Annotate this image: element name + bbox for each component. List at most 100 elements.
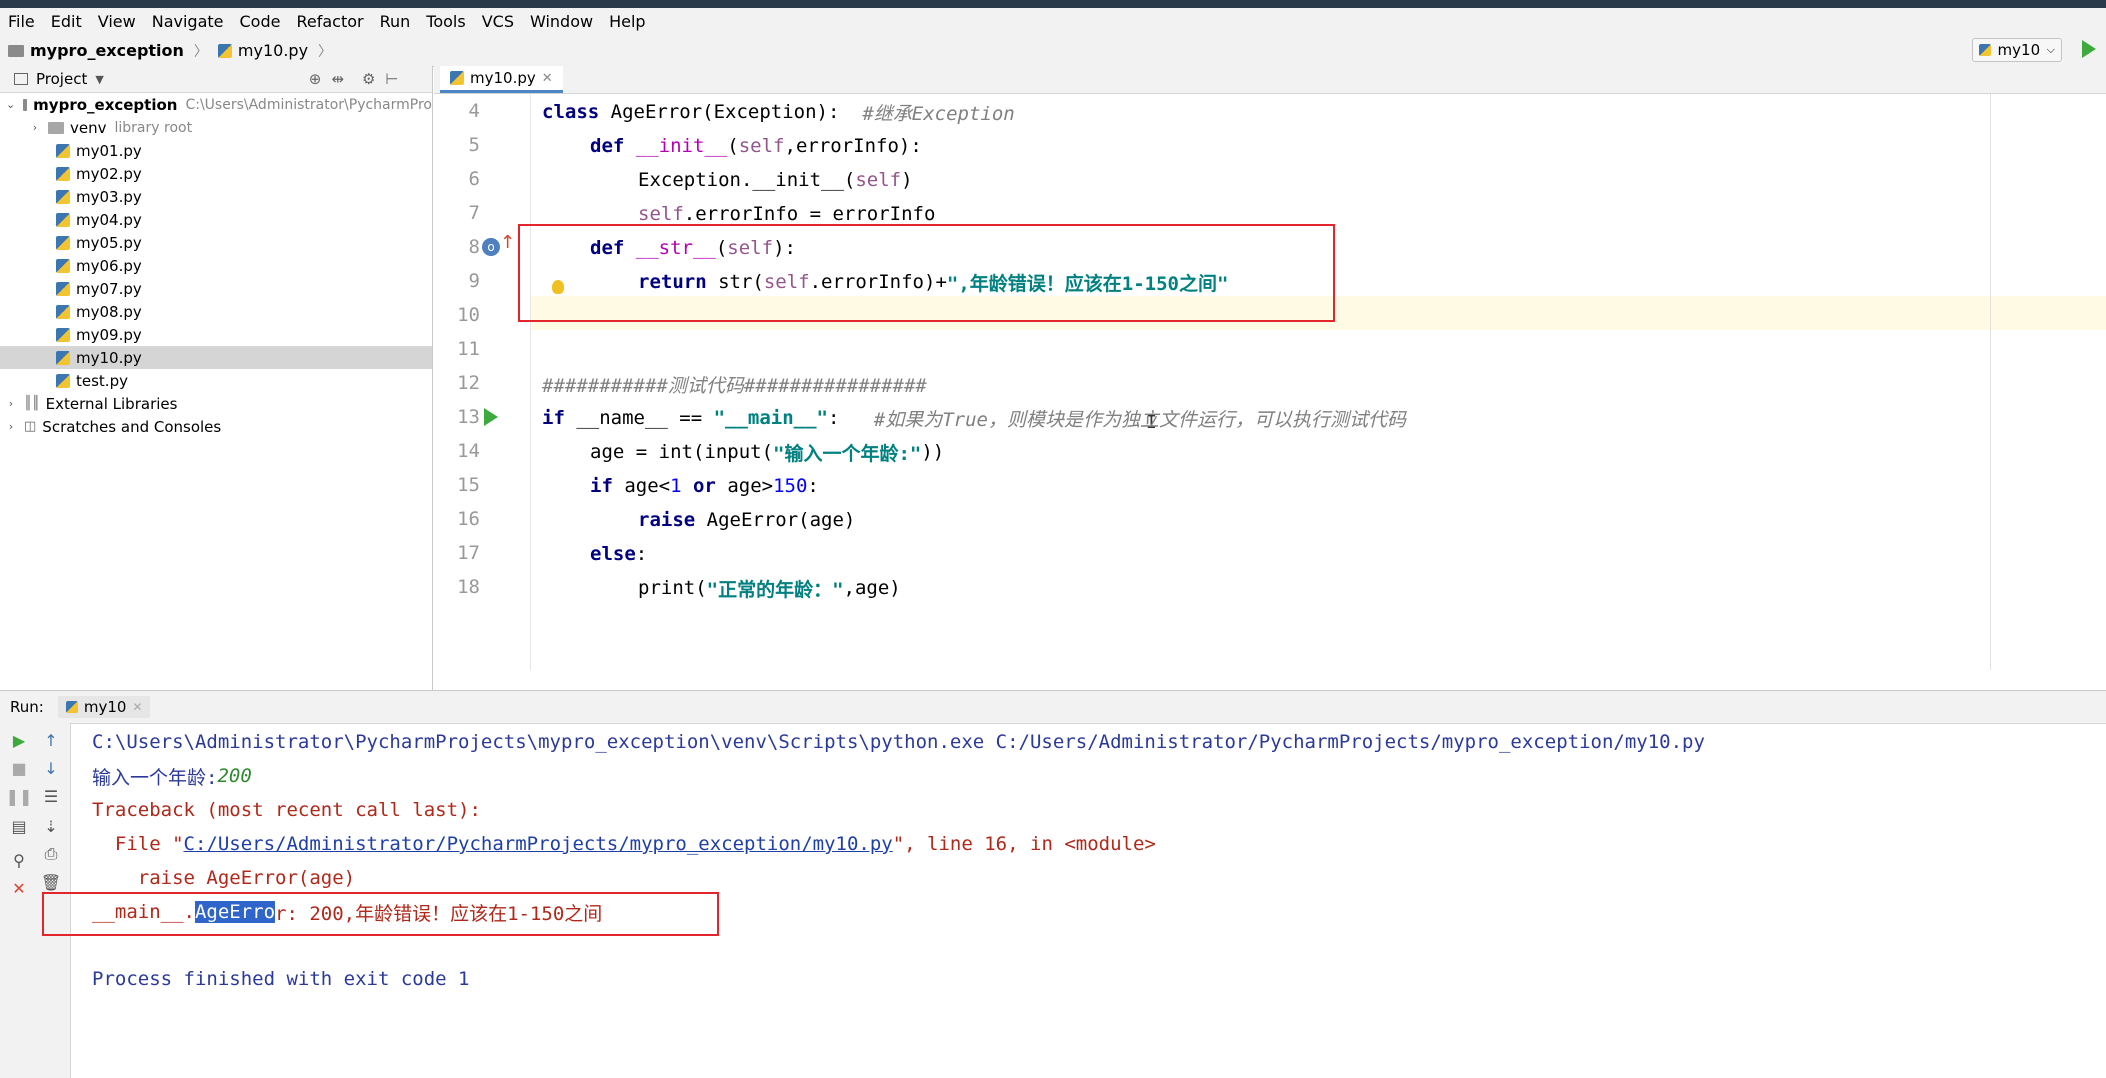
pause-icon[interactable]: ❚❚: [6, 785, 33, 807]
traceback-text: Traceback (most recent call last):: [92, 799, 481, 821]
soft-wrap-icon[interactable]: ☰: [40, 785, 62, 807]
menu-run[interactable]: Run: [372, 12, 419, 31]
console-command-line: C:\Users\Administrator\PycharmProjects\m…: [92, 727, 1705, 757]
highlight-box-console: [42, 892, 719, 936]
gear-icon[interactable]: ⚙: [362, 70, 375, 88]
code-number: 150: [773, 475, 808, 497]
menu-code[interactable]: Code: [232, 12, 289, 31]
tree-item-file-selected[interactable]: my10.py: [0, 346, 432, 369]
chevron-down-icon[interactable]: ▼: [95, 73, 103, 86]
console-file-line: File " C:/Users/Administrator/PycharmProj…: [92, 829, 1156, 859]
arrow-down-icon[interactable]: ↓: [40, 757, 62, 779]
menu-refactor[interactable]: Refactor: [288, 12, 371, 31]
tree-item-file[interactable]: my06.py: [0, 254, 432, 277]
tree-item-file[interactable]: my05.py: [0, 231, 432, 254]
code-token: age = int(input(: [590, 441, 774, 463]
menu-vcs[interactable]: VCS: [474, 12, 522, 31]
code-comment: #继承Exception: [862, 102, 1015, 125]
collapse-icon[interactable]: ⇹: [331, 70, 344, 88]
menu-navigate[interactable]: Navigate: [144, 12, 232, 31]
code-token: AgeError(Exception):: [599, 101, 863, 123]
tab-my10[interactable]: my10.py ✕: [440, 66, 563, 93]
tree-item-file[interactable]: my08.py: [0, 300, 432, 323]
code-editor[interactable]: 4 5 6 7 8 9 10 11 12 13 14 15 16 17 18 o…: [434, 94, 2106, 784]
line-number: 4: [468, 100, 480, 122]
line-number: 17: [457, 542, 480, 564]
chevron-right-icon[interactable]: ›: [30, 121, 40, 134]
tree-item-file[interactable]: my01.py: [0, 139, 432, 162]
rerun-icon[interactable]: ▶: [8, 729, 30, 751]
arrow-up-icon[interactable]: ↑: [500, 232, 515, 253]
tree-item-file[interactable]: test.py: [0, 369, 432, 392]
run-label: Run:: [10, 698, 44, 716]
project-view-label[interactable]: Project: [36, 70, 87, 88]
file-label: my09.py: [76, 325, 142, 344]
process-finished-text: Process finished with exit code 1: [92, 968, 470, 990]
trash-icon[interactable]: 🗑: [40, 871, 62, 893]
highlight-box-code: [518, 224, 1335, 322]
breadcrumb-file[interactable]: my10.py: [238, 41, 308, 60]
tree-item-scratches[interactable]: › ◫ Scratches and Consoles: [0, 415, 432, 438]
tree-item-file[interactable]: my03.py: [0, 185, 432, 208]
console-prompt: 输入一个年龄:: [92, 766, 218, 789]
scroll-end-icon[interactable]: ⇣: [40, 815, 62, 837]
code-token: .errorInfo = errorInfo: [683, 203, 936, 225]
menu-edit[interactable]: Edit: [43, 12, 90, 31]
tree-item-file[interactable]: my09.py: [0, 323, 432, 346]
python-file-icon: [56, 143, 70, 158]
menu-view[interactable]: View: [90, 12, 144, 31]
tree-item-file[interactable]: my02.py: [0, 162, 432, 185]
run-tab-my10[interactable]: my10 ✕: [57, 696, 151, 718]
tree-item-label: venv: [70, 118, 107, 137]
run-icon[interactable]: [484, 408, 498, 426]
right-margin-guide: [1990, 94, 1991, 670]
code-token: :: [807, 475, 819, 497]
console-text: ", line 16, in <module>: [892, 833, 1156, 855]
tree-item-venv[interactable]: › venv library root: [0, 116, 432, 139]
window-title-strip: [0, 0, 2106, 8]
tab-label: my10.py: [470, 69, 536, 87]
python-file-icon: [56, 327, 70, 342]
python-file-icon: [56, 281, 70, 296]
menu-help[interactable]: Help: [601, 12, 653, 31]
tree-item-file[interactable]: my07.py: [0, 277, 432, 300]
run-panel-header: Run: my10 ✕: [0, 691, 2106, 724]
print-icon[interactable]: ⎙: [40, 843, 62, 865]
run-icon[interactable]: [2082, 40, 2096, 58]
breadcrumb-project[interactable]: mypro_exception: [30, 41, 184, 60]
tree-root[interactable]: ⌄ mypro_exception C:\Users\Administrator…: [0, 93, 432, 116]
code-line: if __name__ == "__main__": #如果为True，则模块是…: [542, 401, 1406, 435]
chevron-right-icon[interactable]: ›: [6, 420, 16, 433]
override-method-icon[interactable]: o: [482, 238, 500, 256]
layout-icon[interactable]: ▤: [8, 815, 30, 837]
hide-panel-icon[interactable]: ⊢: [385, 70, 398, 88]
python-file-icon: [217, 43, 232, 58]
code-token: ,errorInfo):: [784, 135, 922, 157]
stop-icon[interactable]: ■: [8, 757, 30, 779]
python-file-icon: [1979, 44, 1991, 56]
menu-file[interactable]: File: [0, 12, 43, 31]
line-number: 7: [468, 202, 480, 224]
code-token: def: [590, 135, 625, 157]
code-token: :: [828, 407, 874, 429]
chevron-down-icon[interactable]: ⌄: [6, 98, 15, 111]
target-icon[interactable]: ⊕: [309, 70, 322, 88]
line-number: 13: [457, 406, 480, 428]
tree-item-file[interactable]: my04.py: [0, 208, 432, 231]
tree-item-external-libraries[interactable]: › ║║ External Libraries: [0, 392, 432, 415]
folder-icon: [48, 121, 64, 134]
tree-item-label: External Libraries: [45, 394, 178, 413]
menu-window[interactable]: Window: [522, 12, 601, 31]
close-icon[interactable]: ✕: [132, 700, 142, 714]
chevron-right-icon[interactable]: ›: [6, 397, 16, 410]
pin-icon[interactable]: ⚲: [8, 849, 30, 871]
code-string: "__main__": [713, 407, 828, 429]
arrow-up-icon[interactable]: ↑: [40, 729, 62, 751]
file-path-link[interactable]: C:/Users/Administrator/PycharmProjects/m…: [184, 833, 893, 855]
console-input-value: 200: [217, 765, 252, 787]
run-configuration-select[interactable]: my10 ⌵: [1972, 38, 2062, 62]
close-icon[interactable]: ✕: [542, 71, 553, 86]
code-line: if age< 1 or age> 150:: [590, 469, 819, 503]
close-icon[interactable]: ✕: [8, 877, 30, 899]
menu-tools[interactable]: Tools: [418, 12, 473, 31]
